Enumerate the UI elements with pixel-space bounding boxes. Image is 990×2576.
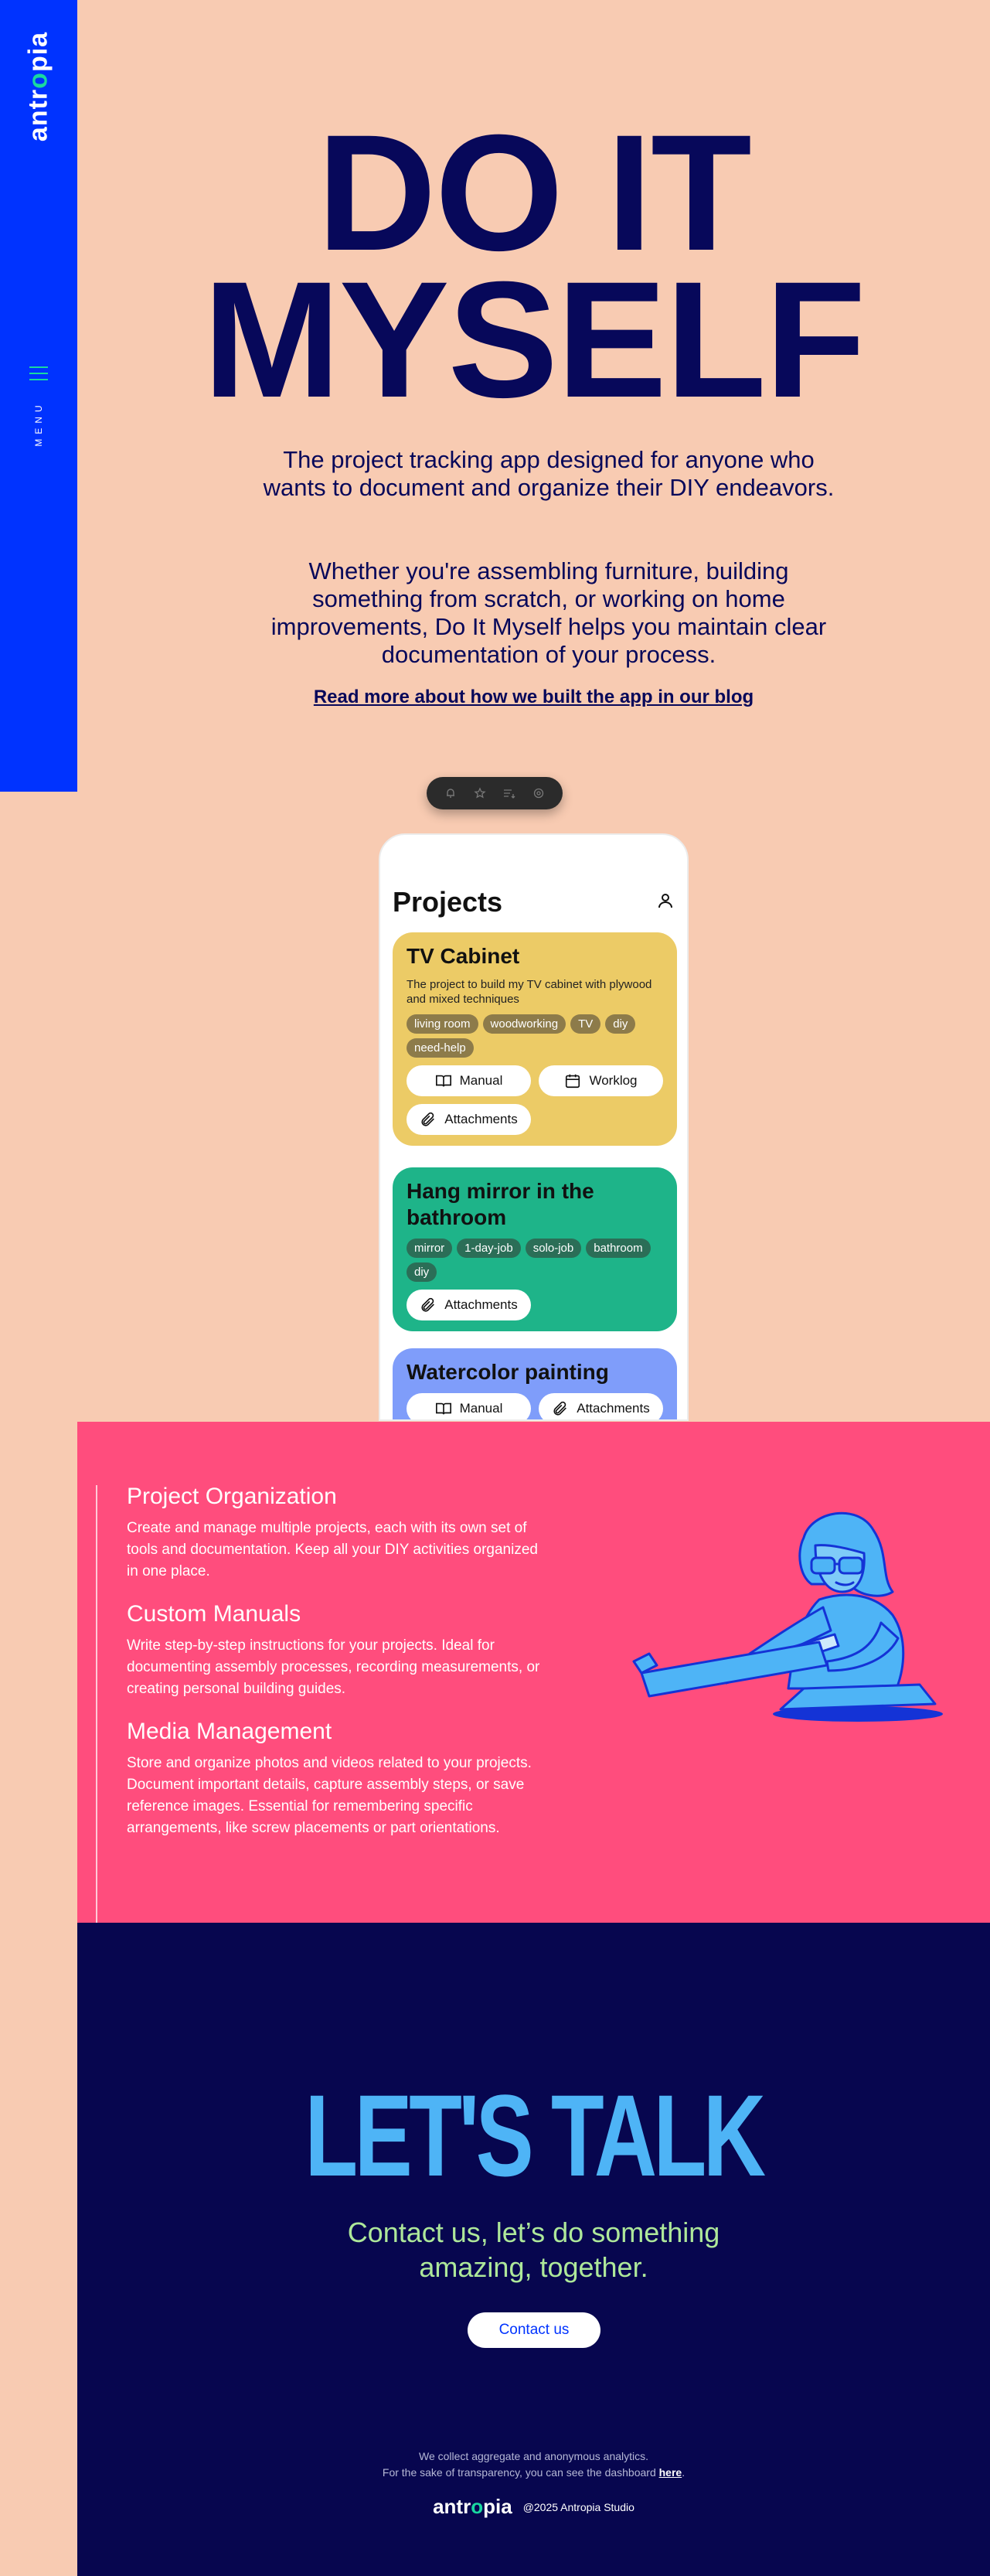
tag[interactable]: TV (570, 1014, 601, 1034)
project-actions: Attachments (407, 1290, 663, 1320)
footer-logo[interactable]: antropia (433, 2495, 512, 2519)
project-actions: Manual Attachments (407, 1393, 663, 1419)
bell-icon[interactable] (442, 785, 459, 802)
feature-title: Project Organization (127, 1484, 337, 1509)
device-toolbar (427, 777, 563, 809)
feature-project-organization: Project Organization Create and manage m… (127, 1484, 544, 1583)
tag[interactable]: living room (407, 1014, 478, 1034)
feature-title: Media Management (127, 1719, 332, 1744)
calendar-icon (566, 1074, 580, 1089)
hero-title-line2: MYSELF (202, 247, 866, 432)
manual-label: Manual (459, 1401, 503, 1416)
lets-talk-heading: LET'S TALK (304, 2070, 766, 2200)
feature-title: Custom Manuals (127, 1601, 301, 1627)
feature-media-management: Media Management Store and organize phot… (127, 1719, 544, 1839)
tag[interactable]: mirror (407, 1239, 453, 1258)
list-icon[interactable] (501, 785, 518, 802)
attachments-label: Attachments (577, 1401, 650, 1416)
worklog-button[interactable]: Worklog (539, 1065, 663, 1096)
project-card-hang-mirror[interactable]: Hang mirror in the bathroom mirror 1-day… (393, 1167, 677, 1331)
project-actions: Manual Worklog Attachments (407, 1065, 663, 1135)
project-card-watercolor[interactable]: Watercolor painting Manual Attachments (393, 1348, 677, 1419)
attachments-label: Attachments (444, 1112, 518, 1126)
analytics-dashboard-link[interactable]: here (659, 2466, 682, 2479)
tag[interactable]: solo-job (525, 1239, 582, 1258)
manual-label: Manual (459, 1073, 503, 1088)
analytics-period: . (682, 2466, 686, 2479)
manual-button[interactable]: Manual (407, 1393, 531, 1419)
app-title: Projects (393, 886, 503, 918)
hero-title: DO IT MYSELF (77, 101, 990, 432)
phone-mockup: Projects TV Cabinet The project to build… (379, 833, 689, 1421)
contact-subtitle-line2: amazing, together. (419, 2251, 648, 2283)
analytics-text: For the sake of transparency, you can se… (382, 2466, 659, 2479)
project-title: TV Cabinet (407, 944, 520, 968)
attachments-label: Attachments (444, 1297, 518, 1312)
project-title: Watercolor painting (407, 1360, 609, 1384)
footer-logo-o: o (471, 2495, 484, 2518)
footer-logo-start: antr (433, 2495, 471, 2518)
star-icon[interactable] (471, 785, 488, 802)
feature-text: Store and organize photos and videos rel… (127, 1755, 532, 1836)
tag[interactable]: woodworking (482, 1014, 566, 1034)
sidebar: antropia MENU (0, 0, 77, 792)
tag[interactable]: need-help (407, 1038, 474, 1058)
blog-link[interactable]: Read more about how we built the app in … (77, 687, 990, 708)
menu-label[interactable]: MENU (33, 400, 44, 446)
feature-custom-manuals: Custom Manuals Write step-by-step instru… (127, 1601, 544, 1700)
copyright: @2025 Antropia Studio (522, 2500, 634, 2513)
attachments-button[interactable]: Attachments (407, 1104, 531, 1135)
tag[interactable]: diy (407, 1262, 437, 1282)
hamburger-menu-icon[interactable] (29, 366, 48, 385)
analytics-note: We collect aggregate and anonymous analy… (77, 2448, 990, 2481)
logo-text-end: pia (23, 31, 53, 73)
feature-text: Write step-by-step instructions for your… (127, 1637, 540, 1697)
settings-icon[interactable] (530, 785, 547, 802)
contact-subtitle: Contact us, let’s do something amazing, … (77, 2215, 990, 2285)
hero-paragraph-2: Whether you're assembling furniture, bui… (270, 557, 827, 668)
feature-text: Create and manage multiple projects, eac… (127, 1520, 538, 1579)
manual-button[interactable]: Manual (407, 1065, 531, 1096)
app-header: Projects (393, 886, 675, 918)
analytics-line-1: We collect aggregate and anonymous analy… (418, 2450, 649, 2462)
contact-subtitle-line1: Contact us, let’s do something (347, 2217, 720, 2248)
analytics-line-2: For the sake of transparency, you can se… (77, 2465, 990, 2481)
divider-line (96, 1485, 97, 1924)
attachments-button[interactable]: Attachments (407, 1290, 531, 1320)
tag[interactable]: diy (605, 1014, 636, 1034)
tag[interactable]: 1-day-job (457, 1239, 521, 1258)
project-tags: living room woodworking TV diy need-help (407, 1014, 663, 1058)
project-title: Hang mirror in the bathroom (407, 1179, 594, 1229)
project-description: The project to build my TV cabinet with … (407, 978, 652, 1006)
paperclip-icon (421, 1297, 435, 1312)
hero-title-line1: DO IT (317, 101, 752, 285)
features-section: Project Organization Create and manage m… (77, 1422, 990, 1924)
contact-us-button[interactable]: Contact us (468, 2312, 600, 2348)
worklog-label: Worklog (589, 1073, 638, 1088)
footer-logo-end: pia (483, 2495, 512, 2518)
footer: antropia @2025 Antropia Studio (77, 2495, 990, 2519)
paperclip-icon (421, 1112, 435, 1126)
book-icon (435, 1402, 451, 1415)
tag[interactable]: bathroom (586, 1239, 651, 1258)
hero-paragraph-1: The project tracking app designed for an… (263, 446, 835, 501)
project-tags: mirror 1-day-job solo-job bathroom diy (407, 1239, 663, 1282)
logo-text-o: o (23, 72, 53, 89)
attachments-button[interactable]: Attachments (539, 1393, 663, 1419)
book-icon (435, 1075, 451, 1087)
contact-section: LET'S TALK Contact us, let’s do somethin… (77, 1923, 990, 2576)
user-icon[interactable] (656, 891, 675, 914)
woman-sawing-illustration (632, 1511, 943, 1722)
logo-text-start: antr (23, 88, 53, 142)
brand-logo[interactable]: antropia (24, 32, 54, 141)
project-card-tv-cabinet[interactable]: TV Cabinet The project to build my TV ca… (393, 932, 677, 1146)
paperclip-icon (553, 1401, 567, 1416)
